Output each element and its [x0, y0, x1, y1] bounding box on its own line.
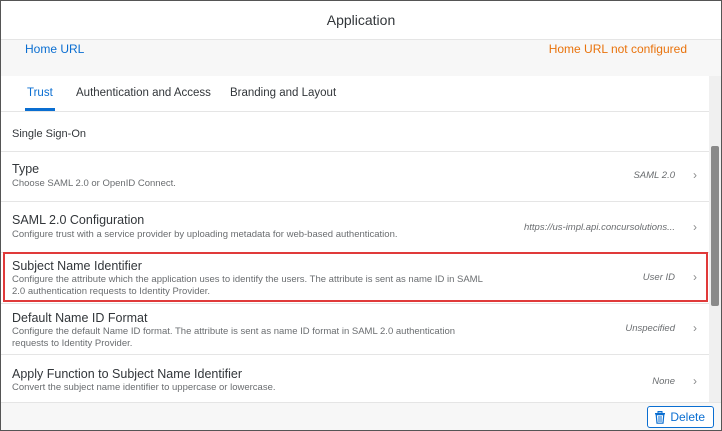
section-title: Single Sign-On: [12, 128, 86, 140]
footer-toolbar: Delete: [1, 402, 721, 430]
scrollbar-thumb[interactable]: [711, 146, 719, 306]
trash-icon: [654, 410, 666, 424]
row-description: Convert the subject name identifier to u…: [12, 382, 276, 393]
home-url-status: Home URL not configured: [548, 42, 687, 56]
row-title: Subject Name Identifier: [12, 259, 142, 273]
tab-branding-and-layout[interactable]: Branding and Layout: [230, 76, 336, 111]
row-description: Configure the attribute which the applic…: [12, 274, 483, 297]
row-title: Type: [12, 162, 40, 176]
row-description: Choose SAML 2.0 or OpenID Connect.: [12, 178, 176, 189]
application-window: Application Home URL Home URL not config…: [0, 0, 722, 431]
chevron-right-icon: ›: [693, 374, 697, 388]
title-bar: Application: [1, 1, 721, 40]
tab-trust[interactable]: Trust: [25, 76, 55, 111]
setting-row-apply-function[interactable]: Apply Function to Subject Name Identifie…: [1, 354, 709, 402]
row-title: Apply Function to Subject Name Identifie…: [12, 367, 242, 381]
setting-row-type[interactable]: Type Choose SAML 2.0 or OpenID Connect. …: [1, 151, 709, 201]
chevron-right-icon: ›: [693, 168, 697, 182]
chevron-right-icon: ›: [693, 220, 697, 234]
chevron-right-icon: ›: [693, 321, 697, 335]
home-url-link[interactable]: Home URL: [25, 42, 84, 56]
settings-content: Single Sign-On Type Choose SAML 2.0 or O…: [1, 112, 709, 402]
scrollbar[interactable]: [709, 76, 721, 402]
delete-button[interactable]: Delete: [647, 406, 714, 428]
row-value: SAML 2.0: [633, 170, 675, 181]
row-title: Default Name ID Format: [12, 311, 148, 325]
row-title: SAML 2.0 Configuration: [12, 213, 145, 227]
row-value: User ID: [642, 272, 675, 283]
setting-row-default-name-id-format[interactable]: Default Name ID Format Configure the def…: [1, 303, 709, 354]
tab-authentication-and-access[interactable]: Authentication and Access: [76, 76, 211, 111]
row-value: None: [652, 376, 675, 387]
tab-bar: Trust Authentication and Access Branding…: [1, 76, 721, 112]
setting-row-saml-configuration[interactable]: SAML 2.0 Configuration Configure trust w…: [1, 201, 709, 252]
row-description: Configure the default Name ID format. Th…: [12, 326, 456, 349]
row-value: https://us-impl.api.concursolutions...: [523, 222, 675, 233]
home-url-bar: Home URL Home URL not configured: [1, 40, 721, 76]
window-title: Application: [326, 12, 396, 28]
chevron-right-icon: ›: [693, 270, 697, 284]
setting-row-subject-name-identifier[interactable]: Subject Name Identifier Configure the at…: [1, 252, 709, 303]
row-value: Unspecified: [625, 323, 675, 334]
delete-button-label: Delete: [670, 410, 705, 424]
row-description: Configure trust with a service provider …: [12, 229, 398, 240]
